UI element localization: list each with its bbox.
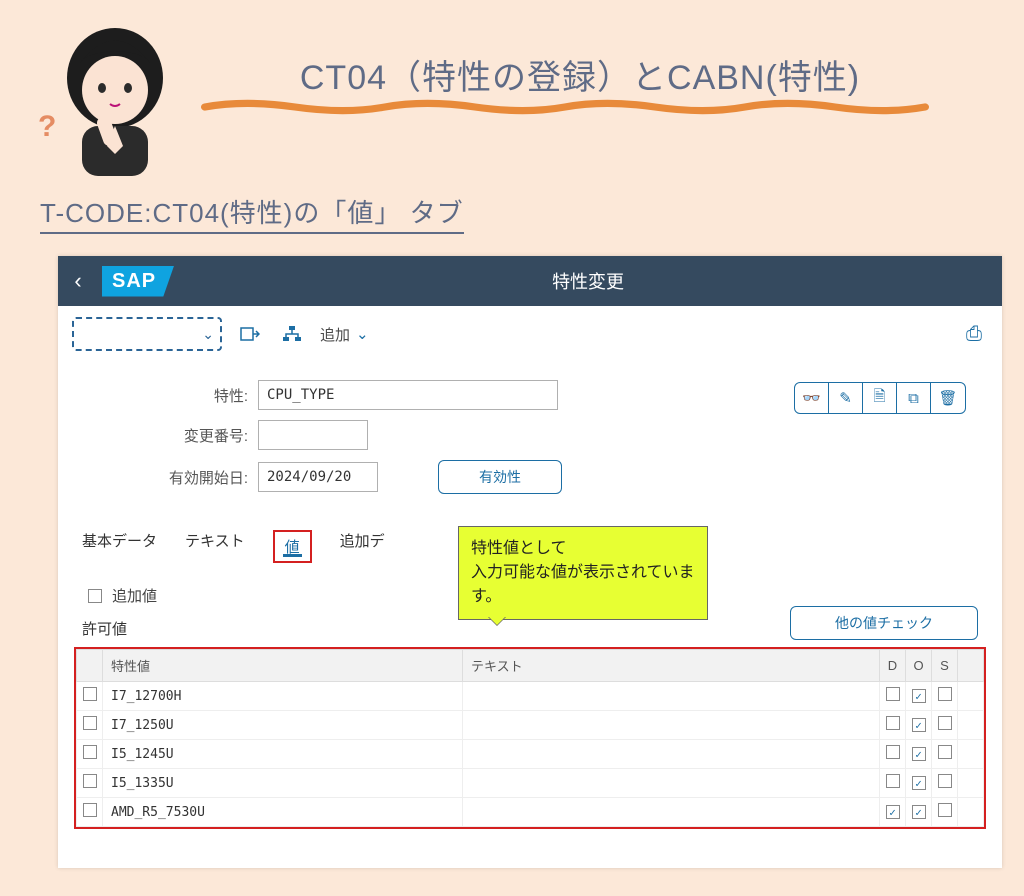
cell-value[interactable]: I5_1245U [103, 740, 463, 769]
table-row: I5_1335U [77, 769, 984, 798]
checkbox-d[interactable] [886, 716, 900, 730]
hierarchy-icon[interactable] [278, 320, 306, 348]
cell-text[interactable] [463, 798, 880, 827]
row-select-checkbox[interactable] [83, 774, 97, 788]
table-row: I7_12700H [77, 682, 984, 711]
action-icon-group: 👓 ✎ 🗎 ⧉ 🗑 [794, 382, 966, 414]
row-select-checkbox[interactable] [83, 687, 97, 701]
valid-from-label: 有効開始日: [98, 467, 258, 488]
cell-text[interactable] [463, 682, 880, 711]
copy-icon[interactable]: ⧉ [897, 383, 931, 413]
checkbox-d[interactable] [886, 805, 900, 819]
chevron-down-icon: ⌄ [356, 325, 369, 343]
checkbox-o[interactable] [912, 718, 926, 732]
checkbox-o[interactable] [912, 805, 926, 819]
row-select-checkbox[interactable] [83, 716, 97, 730]
back-button[interactable]: ‹ [58, 256, 98, 306]
add-label: 追加 [320, 324, 350, 345]
export-icon[interactable] [236, 320, 264, 348]
page-subtitle: T-CODE:CT04(特性)の「値」 タブ [40, 193, 464, 234]
cell-text[interactable] [463, 769, 880, 798]
change-number-label: 変更番号: [98, 425, 258, 446]
col-select [77, 650, 103, 682]
tab-text[interactable]: テキスト [185, 530, 245, 563]
glasses-icon[interactable]: 👓 [795, 383, 829, 413]
col-value: 特性値 [103, 650, 463, 682]
additional-values-label: 追加値 [112, 585, 157, 606]
valid-from-input[interactable] [258, 462, 378, 492]
change-number-input[interactable] [258, 420, 368, 450]
characteristic-input[interactable] [258, 380, 558, 410]
variant-select[interactable]: ⌄ [72, 317, 222, 351]
question-mark-decoration: ? [38, 110, 56, 144]
cell-text[interactable] [463, 711, 880, 740]
col-d: D [880, 650, 906, 682]
print-icon[interactable]: ⎙ [960, 320, 988, 348]
sap-window: ‹ SAP 特性変更 ⌄ 追加 ⌄ ⎙ 👓 ✎ 🗎 ⧉ 🗑 特性: 変更番号 [58, 256, 1002, 868]
checkbox-d[interactable] [886, 687, 900, 701]
table-row: AMD_R5_7530U [77, 798, 984, 827]
allowed-values-table: 特性値 テキスト D O S I7_12700HI7_1250UI5_1245U… [76, 649, 984, 827]
checkbox-s[interactable] [938, 745, 952, 759]
col-spacer [958, 650, 984, 682]
checkbox-s[interactable] [938, 774, 952, 788]
checkbox-d[interactable] [886, 745, 900, 759]
window-title: 特性変更 [174, 268, 1002, 294]
checkbox-d[interactable] [886, 774, 900, 788]
add-menu[interactable]: 追加 ⌄ [320, 324, 369, 345]
table-row: I7_1250U [77, 711, 984, 740]
cell-value[interactable]: I7_1250U [103, 711, 463, 740]
title-underline [200, 98, 960, 116]
document-icon[interactable]: 🗎 [863, 383, 897, 413]
col-text: テキスト [463, 650, 880, 682]
other-value-check-button[interactable]: 他の値チェック [790, 606, 978, 640]
table-row: I5_1245U [77, 740, 984, 769]
toolbar: ⌄ 追加 ⌄ ⎙ [58, 306, 1002, 362]
allowed-values-table-wrap: 特性値 テキスト D O S I7_12700HI7_1250UI5_1245U… [74, 647, 986, 829]
page-title: CT04（特性の登録）とCABN(特性) [210, 50, 950, 99]
validity-button[interactable]: 有効性 [438, 460, 562, 494]
cell-value[interactable]: I7_12700H [103, 682, 463, 711]
row-select-checkbox[interactable] [83, 803, 97, 817]
annotation-callout: 特性値として 入力可能な値が表示されています。 [458, 526, 708, 620]
checkbox-s[interactable] [938, 687, 952, 701]
cell-value[interactable]: I5_1335U [103, 769, 463, 798]
cell-text[interactable] [463, 740, 880, 769]
chevron-down-icon: ⌄ [202, 326, 214, 343]
trash-icon[interactable]: 🗑 [931, 383, 965, 413]
col-o: O [906, 650, 932, 682]
row-select-checkbox[interactable] [83, 745, 97, 759]
tab-values[interactable]: 値 [273, 530, 312, 563]
checkbox-s[interactable] [938, 803, 952, 817]
checkbox-o[interactable] [912, 747, 926, 761]
pencil-icon[interactable]: ✎ [829, 383, 863, 413]
sap-logo: SAP [102, 266, 174, 297]
cell-value[interactable]: AMD_R5_7530U [103, 798, 463, 827]
checkbox-o[interactable] [912, 689, 926, 703]
checkbox-s[interactable] [938, 716, 952, 730]
tab-basic-data[interactable]: 基本データ [82, 530, 157, 563]
avatar-illustration [40, 8, 190, 178]
additional-values-checkbox[interactable] [88, 589, 102, 603]
characteristic-label: 特性: [98, 385, 258, 406]
sap-header: ‹ SAP 特性変更 [58, 256, 1002, 306]
col-s: S [932, 650, 958, 682]
tab-additional-data[interactable]: 追加デ [340, 530, 385, 563]
checkbox-o[interactable] [912, 776, 926, 790]
